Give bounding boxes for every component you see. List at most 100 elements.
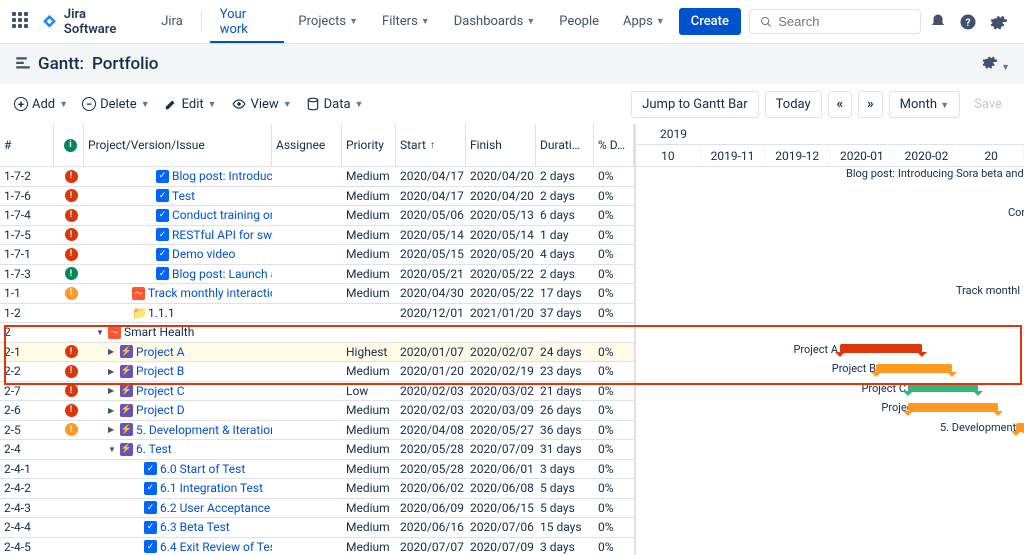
col-duration[interactable]: Durati… [536,124,594,166]
col-finish[interactable]: Finish [466,124,536,166]
delete-button[interactable]: −Delete▼ [82,97,150,112]
table-row[interactable]: 1-7-2 ! ✓Blog post: Introducing … Medium… [0,167,634,187]
table-row[interactable]: 2-4-2 ✓6.1 Integration Test Medium 2020/… [0,479,634,499]
page-settings-icon[interactable]: ▼ [982,54,1010,74]
task-name[interactable]: 5. Development & Iteration [136,423,272,437]
collapse-icon[interactable]: ▼ [108,445,117,454]
row-number: 2-2 [0,364,54,378]
help-icon[interactable]: ? [955,8,982,36]
task-name[interactable]: 6.4 Exit Review of Test [160,540,272,554]
gantt-bar[interactable] [908,383,978,392]
task-name[interactable]: Track monthly interaction … [148,286,272,300]
timescale-button[interactable]: Month ▼ [889,91,961,118]
task-name[interactable]: Project D [136,403,185,417]
settings-icon[interactable] [986,8,1013,36]
task-name[interactable]: RESTful API for swift in… [172,228,272,242]
table-row[interactable]: 2 ▼〜Smart Health [0,323,634,343]
expand-icon[interactable]: ▶ [108,367,117,376]
table-row[interactable]: 2-4 ▼⚡6. Test Medium 2020/05/28 2020/07/… [0,440,634,460]
table-row[interactable]: 2-4-4 ✓6.3 Beta Test Medium 2020/06/16 2… [0,518,634,538]
gantt-chart[interactable]: 2019 102019-112019-122020-012020-0220 Bl… [636,124,1024,555]
priority-cell: Medium [342,481,396,495]
col-priority[interactable]: Priority [342,124,396,166]
jump-to-gantt-button[interactable]: Jump to Gantt Bar [631,91,758,118]
table-row[interactable]: 1-2 📁1.1.1 2020/12/01 2021/01/20 37 days… [0,304,634,324]
task-name[interactable]: 6.1 Integration Test [160,481,263,495]
task-type-icon: ✓ [156,209,169,222]
next-button[interactable]: » [858,91,883,118]
prev-button[interactable]: « [828,91,853,118]
duration-cell: 15 days [536,520,594,534]
task-name[interactable]: Blog post: Launch ann… [172,267,272,281]
search-box[interactable] [749,9,921,34]
table-row[interactable]: 2-1 ! ▶⚡Project A Highest 2020/01/07 202… [0,343,634,363]
grid-body[interactable]: 1-7-2 ! ✓Blog post: Introducing … Medium… [0,167,634,555]
collapse-icon[interactable]: ▼ [96,328,105,337]
expand-icon[interactable]: ▶ [108,425,117,434]
task-name[interactable]: Test [172,189,195,203]
nav-filters[interactable]: Filters▼ [372,8,440,35]
table-row[interactable]: 2-4-3 ✓6.2 User Acceptance T… Medium 202… [0,499,634,519]
col-done[interactable]: % D… [594,124,634,166]
nav-apps[interactable]: Apps▼ [613,8,675,35]
nav-jira[interactable]: Jira [151,8,193,35]
breadcrumb: Gantt: [38,54,84,74]
view-button[interactable]: View▼ [231,97,292,112]
col-status[interactable]: i [54,124,84,166]
apps-menu-icon[interactable] [12,12,31,32]
table-row[interactable]: 2-7 ! ▶⚡Project C Low 2020/02/03 2020/03… [0,382,634,402]
col-start[interactable]: Start↑ [396,124,466,166]
start-cell: 2020/05/28 [396,442,466,456]
gantt-bar[interactable] [876,364,952,373]
create-button[interactable]: Create [679,8,741,35]
done-cell: 0% [594,267,634,281]
expand-icon[interactable]: ▶ [108,347,117,356]
save-button[interactable]: Save [966,92,1010,117]
expand-icon[interactable]: ▶ [108,406,117,415]
done-cell: 0% [594,501,634,515]
task-name[interactable]: 6. Test [136,442,172,456]
table-row[interactable]: 1-7-5 ! ✓RESTful API for swift in… Mediu… [0,226,634,246]
task-name[interactable]: 6.3 Beta Test [160,520,230,534]
task-name[interactable]: Project C [136,384,185,398]
nav-dashboards[interactable]: Dashboards▼ [444,8,546,35]
gantt-bar[interactable] [908,403,998,412]
task-name[interactable]: Demo video [172,247,235,261]
priority-cell: Medium [342,208,396,222]
search-input[interactable] [778,14,909,29]
expand-icon[interactable]: ▶ [108,386,117,395]
task-name[interactable]: Project B [136,364,184,378]
svg-text:?: ? [966,15,971,28]
nav-projects[interactable]: Projects▼ [288,8,368,35]
jira-logo-icon [41,13,58,31]
task-name[interactable]: 6.0 Start of Test [160,462,245,476]
start-cell: 2020/05/06 [396,208,466,222]
jira-logo[interactable]: Jira Software [41,7,137,37]
col-number[interactable]: # [0,124,54,166]
today-button[interactable]: Today [765,91,822,118]
row-number: 2-4-2 [0,481,54,495]
task-name[interactable]: Blog post: Introducing … [172,169,272,183]
table-row[interactable]: 2-6 ! ▶⚡Project D Medium 2020/02/03 2020… [0,401,634,421]
gantt-bar[interactable] [840,344,922,353]
table-row[interactable]: 2-4-1 ✓6.0 Start of Test Medium 2020/05/… [0,460,634,480]
table-row[interactable]: 1-7-1 ! ✓Demo video Medium 2020/05/15 20… [0,245,634,265]
table-row[interactable]: 2-2 ! ▶⚡Project B Medium 2020/01/20 2020… [0,362,634,382]
col-project[interactable]: Project/Version/Issue [84,124,272,166]
task-name[interactable]: Conduct training on So… [172,208,272,222]
table-row[interactable]: 2-4-5 ✓6.4 Exit Review of Test Medium 20… [0,538,634,555]
task-name[interactable]: 6.2 User Acceptance T… [160,501,272,515]
table-row[interactable]: 1-7-3 ! ✓Blog post: Launch ann… Medium 2… [0,265,634,285]
task-name[interactable]: Project A [136,345,185,359]
data-button[interactable]: Data▼ [306,97,364,112]
table-row[interactable]: 1-7-6 ! ✓Test Medium 2020/04/17 2020/04/… [0,187,634,207]
add-button[interactable]: +Add▼ [14,97,68,112]
nav-people[interactable]: People [549,8,609,35]
table-row[interactable]: 2-5 ! ▶⚡5. Development & Iteration Mediu… [0,421,634,441]
notifications-icon[interactable] [925,8,952,36]
nav-your-work[interactable]: Your work [210,1,285,43]
edit-button[interactable]: Edit▼ [164,97,217,112]
col-assignee[interactable]: Assignee [272,124,342,166]
table-row[interactable]: 1-7-4 ! ✓Conduct training on So… Medium … [0,206,634,226]
table-row[interactable]: 1-1 ! 〜Track monthly interaction … Mediu… [0,284,634,304]
